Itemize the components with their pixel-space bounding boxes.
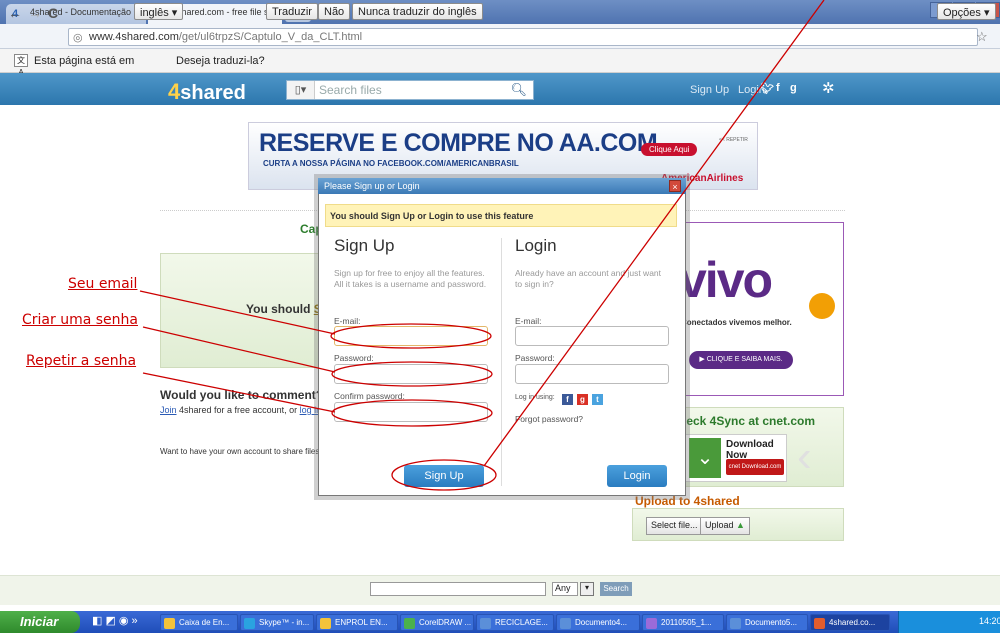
email-highlight-ellipse [330, 323, 492, 349]
app-icon [646, 618, 657, 629]
task-item[interactable]: ENPROL EN... [316, 614, 398, 631]
app-icon [404, 618, 415, 629]
confirm-highlight-ellipse [331, 399, 493, 427]
task-item[interactable]: Documento5... [726, 614, 808, 631]
task-item[interactable]: RECICLAGE... [476, 614, 554, 631]
password-highlight-ellipse [331, 361, 493, 387]
task-item[interactable]: Caixa de En... [160, 614, 238, 631]
email-arrow-line [139, 290, 336, 335]
app-icon [560, 618, 571, 629]
app-icon [244, 618, 255, 629]
system-tray[interactable]: 14:20 [898, 611, 1000, 633]
confirm-arrow-line [142, 372, 336, 413]
task-item[interactable]: 4shared.co... [810, 614, 890, 631]
app-icon [320, 618, 331, 629]
app-icon [730, 618, 741, 629]
clock: 14:20 [979, 616, 1000, 626]
task-item[interactable]: Skype™ - in... [240, 614, 314, 631]
task-item[interactable]: Documento4... [556, 614, 640, 631]
signup-arrow-line [483, 0, 825, 467]
annotation-repeat-password: Repetir a senha [26, 353, 137, 369]
quick-launch-icons[interactable]: ◧ ◩ ◉ » [92, 614, 138, 627]
annotation-email: Seu email [68, 276, 138, 292]
start-button[interactable]: Iniciar [0, 611, 80, 633]
app-icon [814, 618, 825, 629]
signup-highlight-ellipse [391, 459, 497, 491]
app-icon [480, 618, 491, 629]
annotation-create-password: Criar uma senha [22, 312, 138, 328]
password-arrow-line [142, 326, 336, 373]
app-icon [164, 618, 175, 629]
annotation-overlay [139, 0, 825, 491]
task-item[interactable]: 20110505_1... [642, 614, 724, 631]
task-item[interactable]: CorelDRAW ... [400, 614, 474, 631]
